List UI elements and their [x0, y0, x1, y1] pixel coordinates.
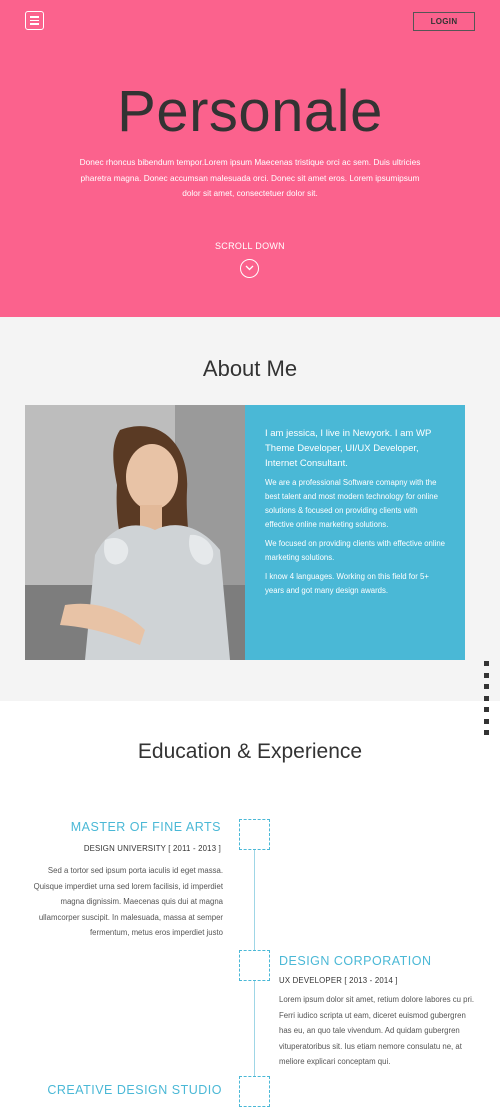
about-title: About Me	[202, 356, 298, 381]
about-lead: I am jessica, I live in Newyork. I am WP…	[265, 428, 432, 469]
entry-description: Lorem ipsum dolor sit amet, retium dolor…	[279, 995, 475, 1066]
side-nav-dot[interactable]	[484, 661, 489, 666]
about-paragraph: We focused on providing clients with eff…	[265, 539, 446, 562]
about-text-box: I am jessica, I live in Newyork. I am WP…	[245, 405, 465, 660]
side-nav-dot[interactable]	[484, 718, 489, 724]
entry-description: Sed a tortor sed ipsum porta iaculis id …	[33, 866, 223, 937]
hero-section: LOGIN Personale Donec rhoncus bibendum t…	[0, 0, 500, 317]
entry-title: DESIGN CORPORATION	[279, 954, 432, 968]
entry-subtitle: DESIGN UNIVERSITY [ 2011 - 2013 ]	[83, 844, 221, 853]
entry-title: MASTER OF FINE ARTS	[70, 820, 221, 834]
entry-subtitle: UX DEVELOPER [ 2013 - 2014 ]	[279, 976, 398, 985]
education-title: Education & Experience	[137, 740, 363, 763]
scroll-down-label[interactable]: SCROLL DOWN	[0, 241, 500, 251]
profile-photo	[25, 405, 245, 660]
hero-description: Donec rhoncus bibendum tempor.Lorem ipsu…	[79, 157, 421, 198]
hamburger-menu-icon[interactable]	[25, 11, 44, 30]
timeline-node	[239, 950, 270, 981]
side-nav-dot[interactable]	[484, 730, 489, 735]
side-navigation	[484, 661, 490, 742]
hero-title: Personale	[117, 79, 383, 144]
login-button[interactable]: LOGIN	[413, 12, 475, 31]
entry-title: CREATIVE DESIGN STUDIO	[47, 1083, 222, 1097]
side-nav-dot[interactable]	[484, 707, 489, 712]
about-paragraph: We are a professional Software comapny w…	[265, 478, 438, 529]
chevron-down-circle-icon[interactable]	[240, 259, 259, 278]
timeline-node	[239, 819, 270, 850]
side-nav-dot[interactable]	[484, 684, 489, 689]
side-nav-dot[interactable]	[484, 695, 489, 701]
timeline-node	[239, 1076, 270, 1107]
side-nav-dot[interactable]	[484, 672, 489, 678]
about-paragraph: I know 4 languages. Working on this fiel…	[265, 572, 429, 595]
